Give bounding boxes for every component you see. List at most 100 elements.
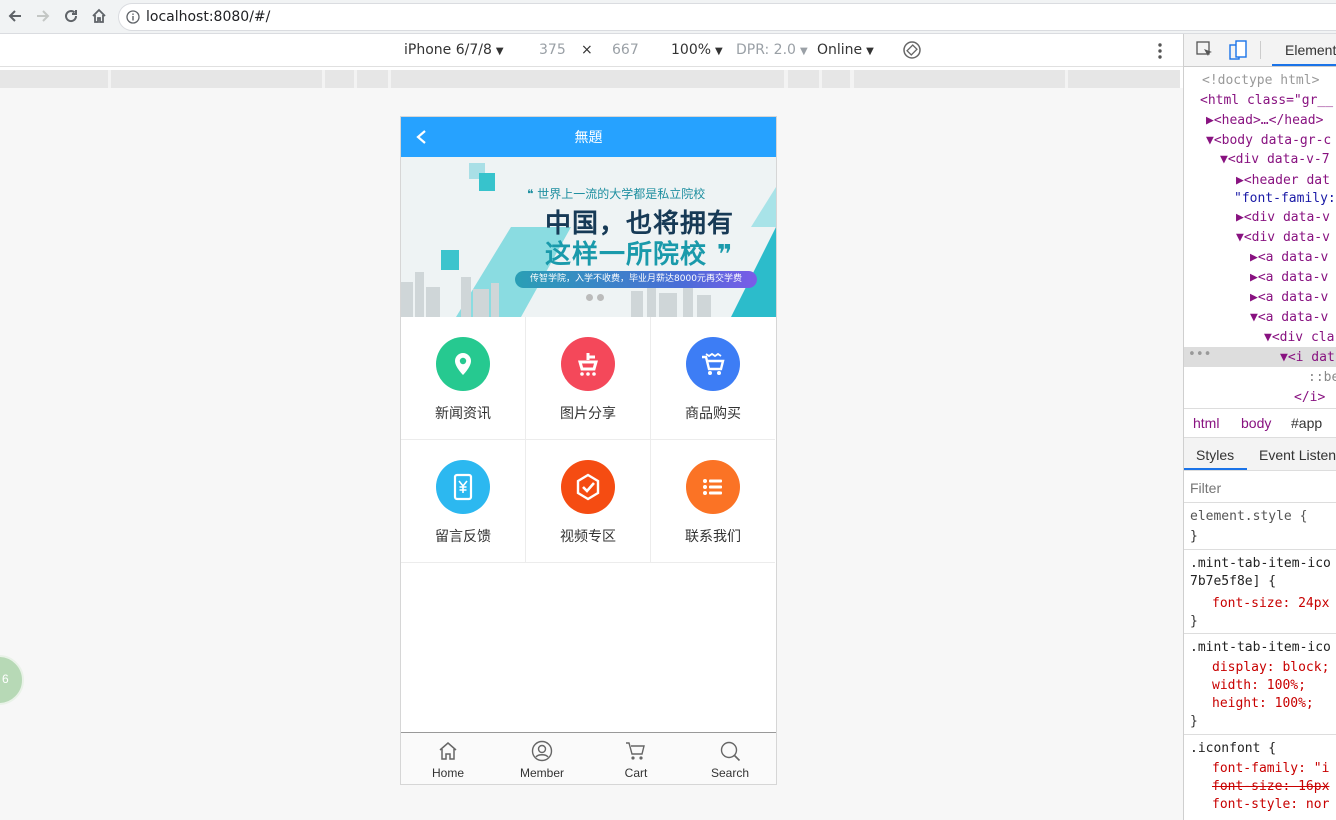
tab-label: Home: [431, 766, 464, 780]
dom-node[interactable]: ▶<div data-v: [1236, 208, 1330, 228]
css-selector[interactable]: 7b7e5f8e] {: [1190, 572, 1276, 592]
ellipsis-icon[interactable]: •••: [1188, 345, 1211, 365]
caret-down-icon: ▼: [715, 46, 723, 57]
dom-node[interactable]: ▼<a data-v: [1250, 308, 1328, 328]
dom-node[interactable]: ▼<div cla: [1264, 328, 1334, 348]
css-declaration[interactable]: width: 100%;: [1212, 676, 1306, 696]
css-brace: }: [1190, 614, 1198, 629]
breadcrumb-item[interactable]: #app: [1291, 415, 1322, 431]
forward-arrow-icon[interactable]: [31, 4, 55, 28]
feature-grid: 新闻资讯 图片分享 商品购买 留言反馈 视频专区 联系我们: [401, 317, 776, 563]
browser-toolbar: localhost:8080/#/: [0, 0, 1336, 34]
address-bar[interactable]: localhost:8080/#/: [118, 3, 1336, 31]
home-icon[interactable]: [87, 4, 111, 28]
css-declaration[interactable]: display: block;: [1212, 658, 1329, 678]
tab-elements[interactable]: Element: [1285, 42, 1336, 58]
device-toolbar: iPhone 6/7/8 ▼ 375 × 667 100% ▼ DPR: 2.0 ▼ …: [0, 34, 1183, 67]
css-declaration[interactable]: font-style: nor: [1212, 795, 1329, 815]
css-declaration-overridden[interactable]: font-size: 16px: [1212, 777, 1329, 797]
dpr-select[interactable]: DPR: 2.0 ▼: [736, 42, 808, 58]
network-select[interactable]: Online ▼: [817, 42, 874, 58]
css-selector[interactable]: .mint-tab-item-ico: [1190, 554, 1331, 574]
dom-node[interactable]: ▶<a data-v: [1250, 248, 1328, 268]
phone-screen: 無題 ❝ 世界上一流的大学都是私立院校 中国，也将拥有 这样一所院校 ❞ 传智学…: [400, 116, 777, 785]
dom-node[interactable]: ▼<div data-v: [1236, 228, 1330, 248]
dom-node[interactable]: "font-family:: [1234, 189, 1336, 209]
tab-search[interactable]: Search: [683, 733, 776, 784]
dom-node[interactable]: ▶<a data-v: [1250, 268, 1328, 288]
bottom-tabbar: Home Member Cart Search: [401, 732, 776, 784]
grid-item-label: 图片分享: [560, 406, 616, 422]
tab-home[interactable]: Home: [401, 733, 495, 784]
grid-item-feedback[interactable]: 留言反馈: [401, 440, 526, 563]
css-declaration[interactable]: font-size: 24px: [1212, 594, 1329, 614]
device-select[interactable]: iPhone 6/7/8 ▼: [404, 42, 504, 58]
breadcrumb-item[interactable]: body: [1241, 415, 1271, 431]
grid-item-video[interactable]: 视频专区: [526, 440, 651, 563]
tab-cart[interactable]: Cart: [589, 733, 683, 784]
tab-label: Search: [710, 766, 750, 780]
photo-share-icon: [561, 337, 615, 391]
grid-item-label: 联系我们: [685, 529, 741, 545]
dom-node[interactable]: <!doctype html>: [1202, 71, 1319, 91]
css-declaration[interactable]: font-family: "i: [1212, 759, 1329, 779]
tab-label: Cart: [624, 766, 648, 780]
grid-item-shop[interactable]: 商品购买: [651, 317, 775, 440]
css-selector[interactable]: .mint-tab-item-ico: [1190, 638, 1331, 658]
grid-item-label: 留言反馈: [435, 529, 491, 545]
active-tab-indicator: [1272, 64, 1336, 66]
home-icon: [439, 742, 457, 760]
grid-item-label: 新闻资讯: [435, 406, 491, 422]
search-icon: [720, 741, 741, 762]
reload-icon[interactable]: [59, 4, 83, 28]
dom-node[interactable]: ▼<div data-v-7: [1220, 150, 1330, 170]
user-icon: [531, 740, 553, 762]
swipe-banner[interactable]: ❝ 世界上一流的大学都是私立院校 中国，也将拥有 这样一所院校 ❞ 传智学院，入…: [401, 157, 776, 317]
styles-filter-input[interactable]: [1188, 476, 1336, 500]
zoom-select[interactable]: 100% ▼: [671, 42, 723, 58]
dom-node[interactable]: <html class="gr__: [1200, 91, 1333, 111]
grid-item-contact[interactable]: 联系我们: [651, 440, 775, 563]
cart-icon: [626, 742, 645, 760]
css-selector[interactable]: element.style {: [1190, 507, 1307, 527]
more-options-icon[interactable]: [1154, 41, 1166, 61]
tab-styles[interactable]: Styles: [1196, 447, 1234, 463]
shopping-cart-icon: [686, 337, 740, 391]
dom-node[interactable]: ▼<body data-gr-c: [1206, 131, 1331, 151]
info-icon[interactable]: [126, 10, 140, 24]
video-check-icon: [561, 460, 615, 514]
grid-item-news[interactable]: 新闻资讯: [401, 317, 526, 440]
device-width-input[interactable]: 375: [539, 42, 566, 58]
css-selector[interactable]: .iconfont {: [1190, 739, 1276, 759]
tab-event-listeners[interactable]: Event Listen: [1259, 447, 1336, 463]
tab-member[interactable]: Member: [495, 733, 589, 784]
dom-node[interactable]: ▶<header dat: [1236, 171, 1330, 191]
app-header: 無題: [401, 117, 776, 157]
caret-down-icon: ▼: [495, 46, 504, 57]
dom-node[interactable]: ▶<head>…</head>: [1206, 111, 1323, 131]
dom-node-selected[interactable]: ▼<i dat: [1280, 348, 1335, 368]
device-mode-icon[interactable]: [1229, 40, 1247, 60]
banner-quote: ❝ 世界上一流的大学都是私立院校: [527, 187, 706, 201]
css-declaration[interactable]: height: 100%;: [1212, 694, 1314, 714]
breadcrumb-item[interactable]: html: [1193, 415, 1219, 431]
url-text[interactable]: localhost:8080/#/: [146, 9, 270, 25]
dom-node[interactable]: </i>: [1294, 388, 1325, 408]
tab-label: Member: [519, 766, 564, 780]
rotate-icon[interactable]: [902, 40, 922, 60]
media-query-bar[interactable]: [0, 70, 1180, 88]
styles-tabbar: Styles Event Listen: [1184, 438, 1336, 470]
dom-node[interactable]: ▶<a data-v: [1250, 288, 1328, 308]
dom-node[interactable]: ::be: [1308, 368, 1336, 388]
grid-item-photos[interactable]: 图片分享: [526, 317, 651, 440]
app-title: 無題: [574, 129, 603, 145]
css-brace: }: [1190, 714, 1198, 729]
carousel-dot[interactable]: [597, 294, 604, 301]
caret-down-icon: ▼: [866, 46, 874, 57]
inspect-element-icon[interactable]: [1196, 41, 1214, 59]
back-arrow-icon[interactable]: [3, 4, 27, 28]
dimension-separator: ×: [581, 42, 593, 58]
device-height-input[interactable]: 667: [612, 42, 639, 58]
breadcrumb: html body #app: [1184, 409, 1336, 437]
carousel-dot[interactable]: [586, 294, 593, 301]
